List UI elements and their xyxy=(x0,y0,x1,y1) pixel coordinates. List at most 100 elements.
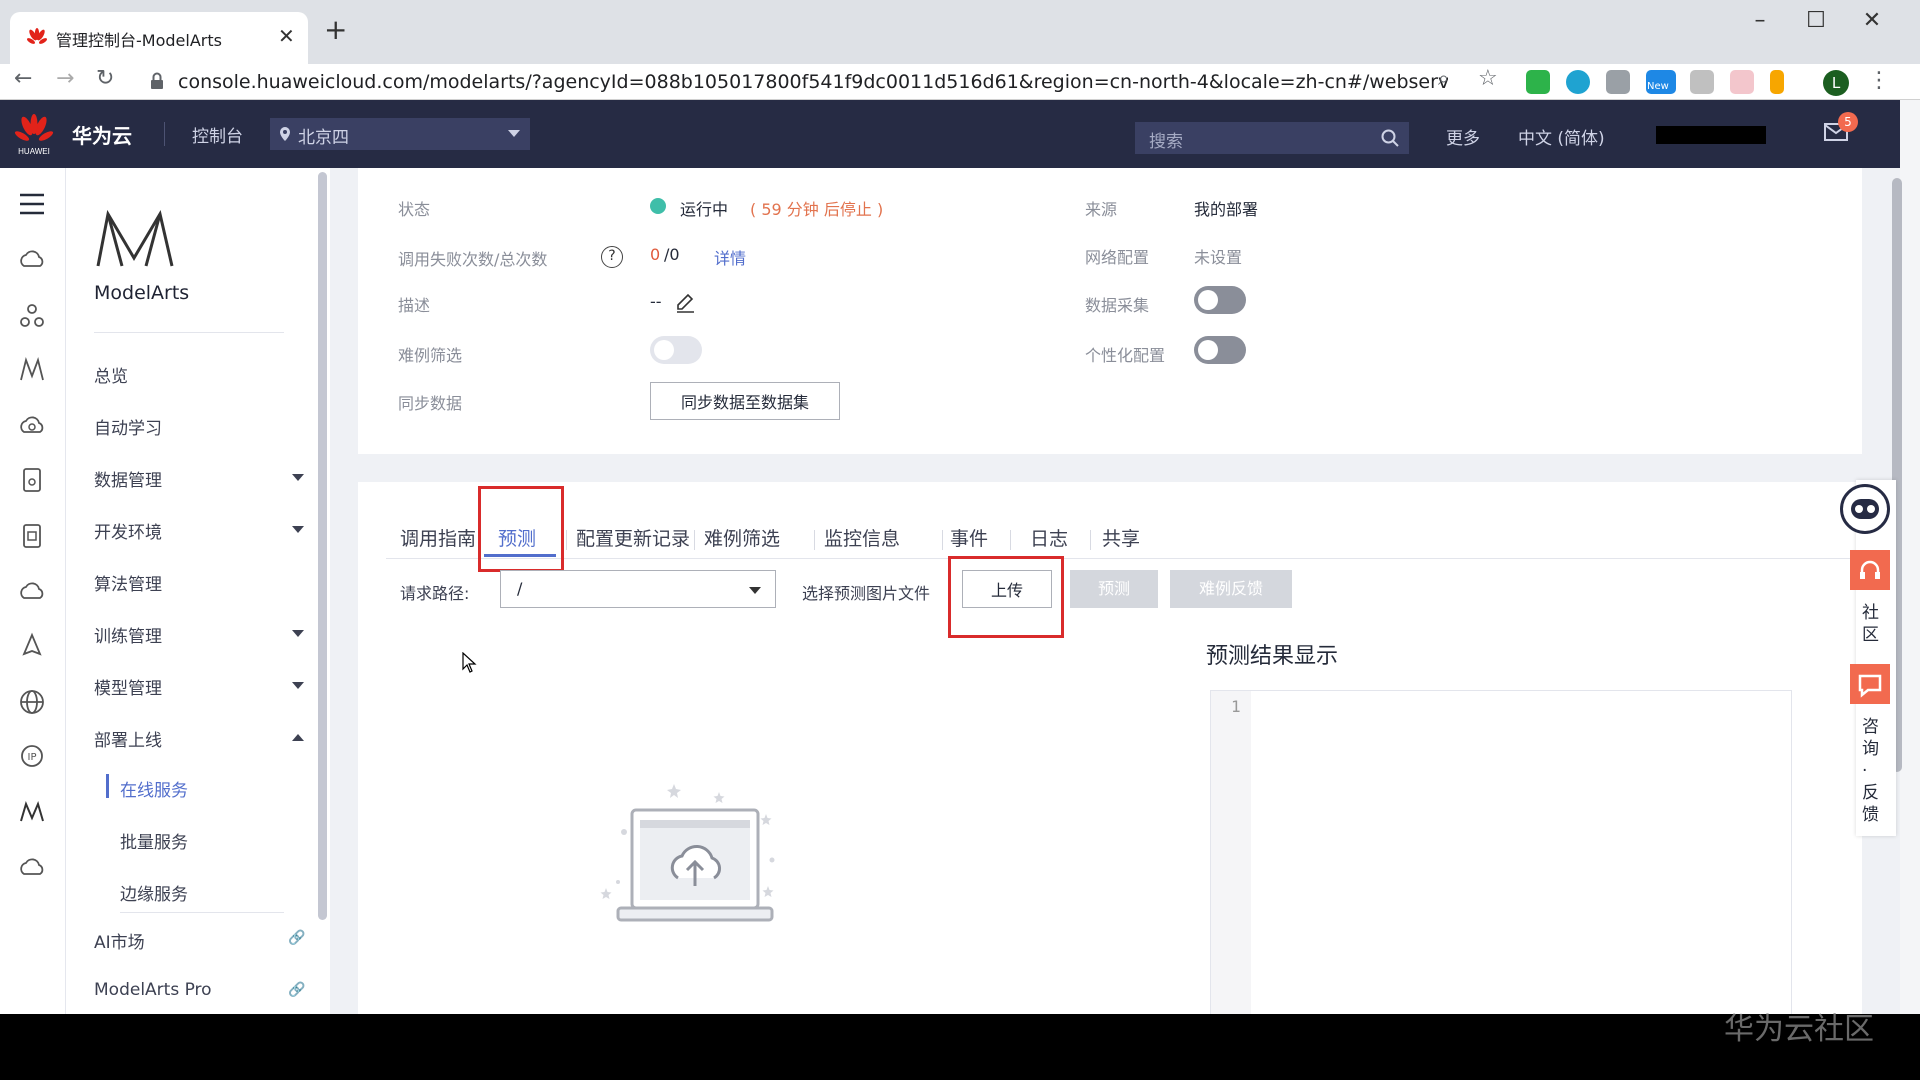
edit-pencil-icon[interactable] xyxy=(674,292,696,314)
tab-config-history[interactable]: 配置更新记录 xyxy=(576,524,690,551)
sync-to-dataset-button[interactable]: 同步数据至数据集 xyxy=(650,382,840,420)
page-scroll-track xyxy=(1900,100,1920,1014)
sidenav-scrollbar[interactable] xyxy=(318,172,327,920)
nav-model-management[interactable]: 模型管理 xyxy=(94,674,304,699)
tab-events[interactable]: 事件 xyxy=(950,524,988,551)
consult-feedback-label[interactable]: 咨询·反馈 xyxy=(1862,716,1882,826)
consult-feedback-icon[interactable] xyxy=(1850,664,1890,704)
tab-title: 管理控制台-ModelArts xyxy=(56,31,222,50)
url-text: console.huaweicloud.com/modelarts/?agenc… xyxy=(178,71,1448,93)
new-extension-icon[interactable]: New xyxy=(1646,70,1676,94)
tab-monitoring[interactable]: 监控信息 xyxy=(824,524,900,551)
cloud-icon[interactable] xyxy=(18,854,46,882)
data-collect-toggle[interactable] xyxy=(1194,286,1246,314)
huawei-logo-icon[interactable]: HUAWEI xyxy=(14,112,54,156)
forward-icon[interactable]: → xyxy=(56,66,74,91)
tab-call-guide[interactable]: 调用指南 xyxy=(400,524,476,551)
language-switch[interactable]: 中文 (简体) xyxy=(1518,124,1605,149)
nav-deploy[interactable]: 部署上线 xyxy=(94,726,304,751)
browser-tab[interactable]: 管理控制台-ModelArts ✕ xyxy=(10,12,308,64)
ip-icon[interactable]: IP xyxy=(18,742,46,770)
username-redacted[interactable] xyxy=(1656,126,1766,144)
highlight-box-upload xyxy=(948,556,1064,638)
tab-hard-examples[interactable]: 难例筛选 xyxy=(704,524,780,551)
minimize-icon[interactable]: – xyxy=(1740,8,1780,33)
cloud-database-icon[interactable] xyxy=(18,412,46,440)
close-tab-icon[interactable]: ✕ xyxy=(278,24,295,48)
personal-config-label: 个性化配置 xyxy=(1085,346,1166,365)
hard-example-label: 难例筛选 xyxy=(398,346,463,365)
modelarts-mini-icon[interactable] xyxy=(18,356,46,384)
nav-algorithm-management[interactable]: 算法管理 xyxy=(94,570,304,595)
tab-share[interactable]: 共享 xyxy=(1102,524,1140,551)
prediction-result-editor[interactable]: 1 xyxy=(1210,690,1792,1014)
hamburger-menu-icon[interactable] xyxy=(18,190,46,218)
storage-icon[interactable] xyxy=(18,466,46,494)
m-extension-icon[interactable] xyxy=(1566,70,1590,94)
pink-extension-icon[interactable] xyxy=(1730,70,1754,94)
header-search-input[interactable]: 搜索 xyxy=(1135,122,1409,154)
nav-model-management-label: 模型管理 xyxy=(94,679,162,699)
nav-ai-market[interactable]: AI市场 xyxy=(94,928,304,953)
tab-separator xyxy=(566,530,567,550)
app-header: HUAWEI 华为云 控制台 北京四 搜索 更多 中文 (简体) 5 xyxy=(0,100,1900,168)
region-select[interactable]: 北京四 xyxy=(270,118,530,150)
detail-link[interactable]: 详情 xyxy=(714,245,746,269)
help-icon[interactable]: ? xyxy=(601,246,623,268)
community-label[interactable]: 社区 xyxy=(1862,602,1882,646)
ma-icon[interactable] xyxy=(18,798,46,826)
upload-illustration[interactable] xyxy=(594,782,794,932)
evernote-extension-icon[interactable] xyxy=(1526,70,1550,94)
status-label: 状态 xyxy=(398,200,431,219)
globe-icon[interactable] xyxy=(18,688,46,716)
window-close-icon[interactable]: ✕ xyxy=(1852,8,1892,33)
nav-dev-environment[interactable]: 开发环境 xyxy=(94,518,304,543)
console-link[interactable]: 控制台 xyxy=(192,122,243,147)
hard-example-toggle[interactable] xyxy=(650,336,702,364)
huawei-logo-text: HUAWEI xyxy=(18,147,50,156)
new-tab-button[interactable]: + xyxy=(324,16,347,44)
download-extension-icon[interactable] xyxy=(1770,70,1784,94)
zoom-icon[interactable]: ⌕ xyxy=(1438,66,1449,90)
reload-icon[interactable]: ↻ xyxy=(96,66,114,91)
document-icon[interactable] xyxy=(18,522,46,550)
grey-extension-icon[interactable] xyxy=(1690,70,1714,94)
personal-config-toggle[interactable] xyxy=(1194,336,1246,364)
profile-avatar[interactable]: L xyxy=(1823,70,1849,96)
cloud-upload-icon[interactable] xyxy=(18,578,46,606)
nav-auto-learning[interactable]: 自动学习 xyxy=(94,414,304,439)
external-link-icon[interactable]: 🔗 xyxy=(288,930,305,946)
nav-batch-service[interactable]: 批量服务 xyxy=(120,828,188,853)
assistant-robot-icon[interactable] xyxy=(1840,484,1890,534)
nav-online-service[interactable]: 在线服务 xyxy=(120,776,188,801)
search-icon[interactable] xyxy=(1381,129,1399,147)
community-icon[interactable] xyxy=(1850,550,1890,590)
more-link[interactable]: 更多 xyxy=(1446,124,1480,149)
hard-example-feedback-button[interactable]: 难例反馈 xyxy=(1170,570,1292,608)
predict-button[interactable]: 预测 xyxy=(1070,570,1158,608)
network-nodes-icon[interactable] xyxy=(18,302,46,330)
brand-name[interactable]: 华为云 xyxy=(72,120,132,149)
huawei-favicon-icon xyxy=(26,28,48,44)
maximize-icon[interactable]: ☐ xyxy=(1796,8,1836,33)
choose-file-label: 选择预测图片文件 xyxy=(802,584,931,603)
nav-divider xyxy=(120,912,284,913)
nav-data-management[interactable]: 数据管理 xyxy=(94,466,304,491)
nav-overview[interactable]: 总览 xyxy=(94,362,304,387)
browser-menu-icon[interactable]: ⋮ xyxy=(1868,68,1890,93)
shield-extension-icon[interactable] xyxy=(1606,70,1630,94)
url-bar[interactable]: console.huaweicloud.com/modelarts/?agenc… xyxy=(138,66,1448,98)
request-path-select[interactable]: / xyxy=(500,570,776,608)
tab-logs[interactable]: 日志 xyxy=(1030,524,1068,551)
modelarts-sidenav: ModelArts 总览 自动学习 数据管理 开发环境 算法管理 训练管理 模型… xyxy=(66,168,330,1014)
back-icon[interactable]: ← xyxy=(14,66,32,91)
nav-edge-service[interactable]: 边缘服务 xyxy=(120,880,188,905)
toggle-knob xyxy=(1198,340,1218,360)
description-label: 描述 xyxy=(398,296,431,315)
sail-icon[interactable] xyxy=(18,632,46,660)
bookmark-star-icon[interactable]: ☆ xyxy=(1478,66,1498,91)
cloud-service-icon[interactable] xyxy=(18,246,46,274)
nav-modelarts-pro[interactable]: ModelArts Pro xyxy=(94,980,304,1000)
external-link-icon[interactable]: 🔗 xyxy=(288,982,305,998)
nav-training-management[interactable]: 训练管理 xyxy=(94,622,304,647)
